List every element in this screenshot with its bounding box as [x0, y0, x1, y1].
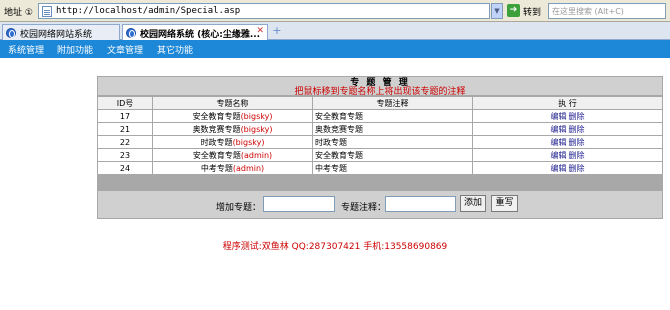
topic-author: (admin)	[232, 163, 265, 173]
row-id: 23	[98, 149, 153, 161]
row-name-cell[interactable]: 安全教育专题(admin)	[153, 149, 313, 161]
topic-name[interactable]: 中考专题	[201, 164, 233, 173]
url-input[interactable]: http://localhost/admin/Special.asp	[38, 3, 490, 19]
row-id: 22	[98, 136, 153, 148]
row-name-cell[interactable]: 中考专题(admin)	[153, 162, 313, 174]
row-note: 时政专题	[313, 136, 473, 148]
credits-text: 程序测试:双鱼林 QQ:287307421 手机:13558690869	[222, 242, 448, 252]
row-actions: 编辑 删除	[473, 162, 662, 174]
topic-name[interactable]: 时政专题	[201, 138, 233, 147]
row-id: 24	[98, 162, 153, 174]
topic-note-label: 专题注释：	[341, 203, 387, 213]
address-label: 地址 ①	[4, 8, 33, 18]
page-icon	[42, 6, 52, 17]
edit-link[interactable]: 编辑	[551, 125, 567, 134]
topic-note-input[interactable]	[385, 196, 456, 212]
add-topic-label: 增加专题：	[216, 203, 262, 213]
nav-item-other[interactable]: 其它功能	[157, 43, 193, 56]
add-topic-input[interactable]	[263, 196, 335, 212]
ie-icon	[6, 28, 16, 38]
delete-link[interactable]: 删除	[569, 112, 585, 121]
row-id: 17	[98, 110, 153, 122]
nav-item-system[interactable]: 系统管理	[8, 43, 44, 56]
ie-icon	[126, 28, 136, 38]
tab-title: 校园网络网站系统	[20, 30, 93, 40]
topic-author: (bigsky)	[240, 124, 273, 134]
close-icon[interactable]: ✕	[256, 26, 264, 36]
edit-link[interactable]: 编辑	[551, 151, 567, 160]
delete-link[interactable]: 删除	[569, 138, 585, 147]
row-note: 安全教育专题	[313, 149, 473, 161]
delete-link[interactable]: 删除	[569, 164, 585, 173]
row-actions: 编辑 删除	[473, 110, 662, 122]
search-input[interactable]: 在这里搜索 (Alt+C)	[548, 3, 666, 19]
new-tab-icon[interactable]: +	[270, 25, 284, 38]
topic-name[interactable]: 奥数竞赛专题	[193, 125, 241, 134]
row-id: 21	[98, 123, 153, 135]
nav-item-extra[interactable]: 附加功能	[57, 43, 93, 56]
topic-table: ID号 专题名称 专题注释 执 行 17 安全教育专题(bigsky) 安全教育…	[98, 96, 662, 175]
row-name-cell[interactable]: 奥数竞赛专题(bigsky)	[153, 123, 313, 135]
address-bar: 地址 ① http://localhost/admin/Special.asp …	[0, 0, 670, 22]
table-row: 21 奥数竞赛专题(bigsky) 奥数竞赛专题 编辑 删除	[98, 123, 662, 135]
table-row: 17 安全教育专题(bigsky) 安全教育专题 编辑 删除	[98, 110, 662, 122]
col-note: 专题注释	[313, 97, 473, 109]
col-action: 执 行	[473, 97, 662, 109]
row-name-cell[interactable]: 时政专题(bigsky)	[153, 136, 313, 148]
topic-panel: 专 题 管 理 把鼠标移到专题名称上将出现该专题的注释 ID号 专题名称 专题注…	[97, 76, 663, 219]
nav-menu: 系统管理 附加功能 文章管理 其它功能	[0, 40, 670, 58]
go-arrow-icon: ➔	[507, 4, 520, 17]
row-note: 安全教育专题	[313, 110, 473, 122]
panel-hint: 把鼠标移到专题名称上将出现该专题的注释	[294, 87, 466, 97]
add-button[interactable]: 添加	[460, 195, 486, 212]
go-button[interactable]: ➔ 转到	[507, 3, 547, 19]
edit-link[interactable]: 编辑	[551, 112, 567, 121]
table-row: 22 时政专题(bigsky) 时政专题 编辑 删除	[98, 136, 662, 148]
topic-name[interactable]: 安全教育专题	[193, 151, 241, 160]
add-topic-form: 增加专题： 专题注释： 添加 重写	[98, 191, 662, 218]
panel-header: 专 题 管 理 把鼠标移到专题名称上将出现该专题的注释	[98, 77, 662, 97]
delete-link[interactable]: 删除	[569, 125, 585, 134]
row-actions: 编辑 删除	[473, 136, 662, 148]
reset-button[interactable]: 重写	[491, 195, 518, 212]
nav-item-articles[interactable]: 文章管理	[107, 43, 143, 56]
table-row: 23 安全教育专题(admin) 安全教育专题 编辑 删除	[98, 149, 662, 161]
url-text: http://localhost/admin/Special.asp	[56, 6, 241, 16]
table-row: 24 中考专题(admin) 中考专题 编辑 删除	[98, 162, 662, 174]
row-note: 中考专题	[313, 162, 473, 174]
topic-author: (bigsky)	[232, 137, 265, 147]
topic-name[interactable]: 安全教育专题	[193, 112, 241, 121]
col-name: 专题名称	[153, 97, 313, 109]
topic-author: (bigsky)	[240, 111, 273, 121]
tab-admin[interactable]: 校园网络系统 (核心:尘缘雅... ✕	[122, 24, 268, 41]
delete-link[interactable]: 删除	[569, 151, 585, 160]
chevron-down-icon[interactable]: ▼	[491, 3, 503, 19]
search-placeholder: 在这里搜索 (Alt+C)	[552, 7, 624, 16]
row-name-cell[interactable]: 安全教育专题(bigsky)	[153, 110, 313, 122]
go-label: 转到	[523, 8, 542, 18]
row-actions: 编辑 删除	[473, 149, 662, 161]
row-actions: 编辑 删除	[473, 123, 662, 135]
edit-link[interactable]: 编辑	[551, 138, 567, 147]
row-note: 奥数竞赛专题	[313, 123, 473, 135]
edit-link[interactable]: 编辑	[551, 164, 567, 173]
topic-author: (admin)	[240, 150, 273, 160]
tab-site[interactable]: 校园网络网站系统	[2, 24, 120, 40]
tab-title: 校园网络系统 (核心:尘缘雅...	[140, 30, 261, 40]
tab-bar: 校园网络网站系统 校园网络系统 (核心:尘缘雅... ✕ +	[0, 22, 670, 41]
table-header-row: ID号 专题名称 专题注释 执 行	[98, 97, 662, 109]
col-id: ID号	[98, 97, 153, 109]
